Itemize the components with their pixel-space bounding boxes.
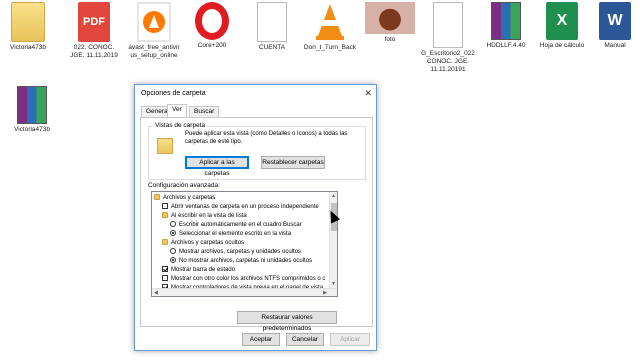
excel-icon: X xyxy=(546,2,578,40)
radio-icon[interactable] xyxy=(170,248,176,255)
cancel-button[interactable]: Cancelar xyxy=(286,333,324,346)
desktop-icon-label: foto xyxy=(384,36,396,43)
scroll-right-icon[interactable]: ▶ xyxy=(323,289,327,296)
opera-icon xyxy=(195,2,229,40)
desktop-icon-label: CUENTA xyxy=(258,44,286,51)
advanced-settings-label: Configuración avanzada: xyxy=(148,182,220,189)
desktop-icon-label: Manual xyxy=(604,42,626,49)
folder-icon xyxy=(162,239,168,246)
accept-button[interactable]: Aceptar xyxy=(242,333,280,346)
folder-options-dialog: Opciones de carpeta ✕ General Ver Buscar… xyxy=(134,84,377,351)
apply-to-folders-button[interactable]: Aplicar a las carpetas xyxy=(185,156,249,177)
tree-item-label: Abrir ventanas de carpeta en un proceso … xyxy=(171,204,319,210)
desktop-icon-pdf[interactable]: PDF 022. CONOC. JGE. 11.11.2019 xyxy=(66,2,122,60)
folder-view-icon xyxy=(157,138,173,154)
desktop-icon-foto[interactable]: foto xyxy=(362,2,418,44)
desktop-icon-label: HDDLLF.4.40 xyxy=(486,42,526,49)
tree-item-label: Mostrar con otro color los archivos NTFS… xyxy=(171,276,326,282)
checkbox-icon[interactable] xyxy=(162,275,168,282)
folder-views-description: Puede aplicar esta vista (como Detalles … xyxy=(185,131,348,145)
word-icon: W xyxy=(599,2,631,40)
tab-ver[interactable]: Ver xyxy=(167,104,187,117)
tree-item-label: No mostrar archivos, carpetas ni unidade… xyxy=(179,258,313,264)
desktop-icon-label: G_Escritorio2_022 CONOC. JGE. 11.11.2019… xyxy=(421,50,475,73)
tree-item-label: Mostrar barra de estado xyxy=(171,267,236,273)
tree-item-label: Escribir automáticamente en el cuadro Bu… xyxy=(179,222,302,228)
tree-item-label: Seleccionar el elemento escrito en la vi… xyxy=(179,231,292,237)
folder-views-title: Vistas de carpeta xyxy=(153,122,208,129)
folder-icon xyxy=(11,2,45,42)
checkbox-icon[interactable] xyxy=(162,266,168,273)
tab-panel-ver: Vistas de carpeta Puede aplicar esta vis… xyxy=(140,117,373,332)
vertical-scrollbar[interactable]: ▲ ▼ xyxy=(329,192,337,288)
desktop-icon-label: Victoria473b xyxy=(9,44,47,51)
document-icon xyxy=(257,2,287,42)
radio-icon[interactable] xyxy=(170,221,176,228)
desktop-icon-avast[interactable]: avast_free_antivir us_setup_online xyxy=(126,2,182,60)
winrar-icon xyxy=(491,2,521,40)
scroll-down-icon[interactable]: ▼ xyxy=(331,280,336,288)
photo-icon xyxy=(365,2,415,34)
desktop-icon-cuenta[interactable]: CUENTA xyxy=(244,2,300,52)
desktop-icon-label: Victoria473b xyxy=(13,126,51,133)
desktop-icon-label: 022. CONOC. JGE. 11.11.2019 xyxy=(70,44,118,59)
pdf-icon: PDF xyxy=(78,2,110,42)
restore-defaults-button[interactable]: Restaurar valores predeterminados xyxy=(237,311,337,332)
radio-icon[interactable] xyxy=(170,257,176,264)
winrar-icon xyxy=(17,86,47,124)
apply-button[interactable]: Aplicar xyxy=(330,333,370,346)
tree-item-label: Al escribir en la vista de lista xyxy=(171,213,247,219)
tab-buscar[interactable]: Buscar xyxy=(189,106,220,117)
scroll-up-icon[interactable]: ▲ xyxy=(331,192,336,200)
desktop-icon-label: Don_t_Turn_Back xyxy=(303,44,357,51)
reset-folders-button[interactable]: Restablecer carpetas xyxy=(261,156,325,169)
desktop-icon-g-escritorio2[interactable]: G_Escritorio2_022 CONOC. JGE. 11.11.2019… xyxy=(420,2,476,74)
desktop-icon-victoria473b-archive[interactable]: Victoria473b xyxy=(4,86,60,134)
desktop-icon-dont-turn-back[interactable]: Don_t_Turn_Back xyxy=(302,2,358,52)
tree-item-label: Archivos y carpetas ocultos xyxy=(171,240,245,246)
scroll-left-icon[interactable]: ◀ xyxy=(154,289,158,296)
avast-icon xyxy=(137,2,171,42)
horizontal-scrollbar[interactable]: ◀ ▶ xyxy=(152,288,337,296)
tree-item-label: Mostrar archivos, carpetas y unidades oc… xyxy=(179,249,302,255)
dialog-title: Opciones de carpeta xyxy=(141,90,206,97)
desktop-icon-victoria473b-folder[interactable]: Victoria473b xyxy=(0,2,56,52)
desktop-icon-label: Core+200 xyxy=(197,42,227,49)
desktop-icon-label: Hoja de cálculo xyxy=(539,42,585,49)
desktop-icon-hoja-de-calculo[interactable]: X Hoja de cálculo xyxy=(534,2,590,50)
folder-icon xyxy=(154,194,160,201)
radio-icon[interactable] xyxy=(170,230,176,237)
folder-icon xyxy=(162,212,168,219)
checkbox-icon[interactable] xyxy=(162,203,168,210)
vlc-icon xyxy=(316,4,344,40)
desktop-icon-core200[interactable]: Core+200 xyxy=(184,2,240,50)
desktop-icon-manual[interactable]: W Manual xyxy=(590,2,640,50)
tree-item-label: Archivos y carpetas xyxy=(163,195,216,201)
document-icon xyxy=(433,2,463,48)
desktop-icon-label: avast_free_antivir us_setup_online xyxy=(128,44,180,59)
close-button[interactable]: ✕ xyxy=(364,88,372,99)
advanced-settings-tree[interactable]: Archivos y carpetas Abrir ventanas de ca… xyxy=(151,191,338,297)
desktop-icon-hddllf[interactable]: HDDLLF.4.40 xyxy=(478,2,534,50)
folder-views-group: Vistas de carpeta Puede aplicar esta vis… xyxy=(148,122,366,180)
